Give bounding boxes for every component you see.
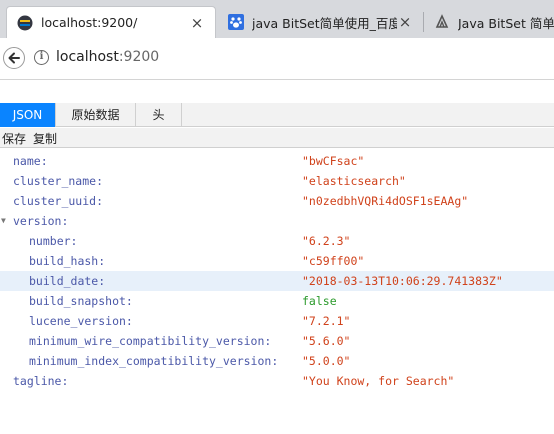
baidu-paw-icon [228, 14, 244, 30]
json-row[interactable]: cluster_name: "elasticsearch" [0, 171, 554, 191]
json-value: "n0zedbhVQRi4dOSF1sEAAg" [302, 194, 469, 208]
json-key: cluster_name: [13, 174, 104, 188]
json-value: "6.2.3" [302, 234, 351, 248]
json-key: version: [13, 214, 69, 228]
json-row[interactable]: name: "bwCFsac" [0, 151, 554, 171]
address-toolbar: i localhost:9200 [0, 38, 554, 80]
json-value: "7.2.1" [302, 314, 351, 328]
tab-title: Java BitSet 简单使 [458, 15, 554, 31]
json-row-highlighted[interactable]: build_date: "2018-03-13T10:06:29.741383Z… [0, 271, 554, 291]
close-icon[interactable]: × [189, 15, 205, 31]
json-actions-bar: 保存 复制 [0, 128, 554, 148]
json-row[interactable]: tagline: "You Know, for Search" [0, 371, 554, 391]
url-port: :9200 [118, 49, 160, 65]
json-key: cluster_uuid: [13, 194, 104, 208]
json-value: "5.0.0" [302, 354, 351, 368]
browser-tab-strip: localhost:9200/ × java BitSet简单使用_百度搜 × … [0, 0, 554, 38]
json-key: minimum_wire_compatibility_version: [29, 334, 272, 348]
json-row-version[interactable]: ▼ version: [0, 211, 554, 231]
json-key: build_snapshot: [29, 294, 133, 308]
json-key: name: [13, 154, 48, 168]
json-key: build_date: [29, 274, 106, 288]
back-arrow-icon [8, 52, 20, 64]
json-row[interactable]: number: "6.2.3" [0, 231, 554, 251]
csdn-logo-icon [435, 14, 449, 28]
tab-raw-data[interactable]: 原始数据 [56, 103, 136, 127]
back-button[interactable] [3, 47, 25, 69]
json-key: number: [29, 234, 78, 248]
json-value: "You Know, for Search" [302, 374, 455, 388]
browser-tab-java-bitset[interactable]: Java BitSet 简单使 [424, 6, 554, 38]
tab-json[interactable]: JSON [0, 103, 56, 127]
tab-title: java BitSet简单使用_百度搜 [252, 15, 397, 31]
url-host: localhost [56, 49, 119, 65]
copy-button[interactable]: 复制 [33, 130, 57, 147]
json-key: minimum_index_compatibility_version: [29, 354, 279, 368]
json-value: "5.6.0" [302, 334, 351, 348]
json-row[interactable]: minimum_index_compatibility_version: "5.… [0, 351, 554, 371]
close-icon[interactable]: × [397, 14, 413, 30]
json-value: "2018-03-13T10:06:29.741383Z" [302, 274, 503, 288]
json-viewer-tabs: JSON 原始数据 头 [0, 103, 554, 127]
json-key: lucene_version: [29, 314, 133, 328]
json-row[interactable]: minimum_wire_compatibility_version: "5.6… [0, 331, 554, 351]
json-value: "elasticsearch" [302, 174, 406, 188]
json-row[interactable]: lucene_version: "7.2.1" [0, 311, 554, 331]
elasticsearch-icon [17, 15, 33, 30]
json-row[interactable]: cluster_uuid: "n0zedbhVQRi4dOSF1sEAAg" [0, 191, 554, 211]
json-value: false [302, 294, 337, 308]
browser-tab-baidu[interactable]: java BitSet简单使用_百度搜 × [218, 6, 423, 38]
json-value: "bwCFsac" [302, 154, 365, 168]
json-row[interactable]: build_hash: "c59ff00" [0, 251, 554, 271]
json-value: "c59ff00" [302, 254, 365, 268]
browser-tab-localhost[interactable]: localhost:9200/ × [6, 6, 216, 38]
url-field[interactable]: localhost:9200 [56, 49, 159, 65]
save-button[interactable]: 保存 [2, 130, 26, 147]
tab-headers[interactable]: 头 [136, 103, 182, 127]
tab-title: localhost:9200/ [41, 15, 138, 30]
json-key: build_hash: [29, 254, 106, 268]
json-key: tagline: [13, 374, 69, 388]
json-row[interactable]: build_snapshot: false [0, 291, 554, 311]
site-info-icon[interactable]: i [34, 50, 49, 65]
expand-triangle-icon[interactable]: ▼ [1, 211, 6, 231]
